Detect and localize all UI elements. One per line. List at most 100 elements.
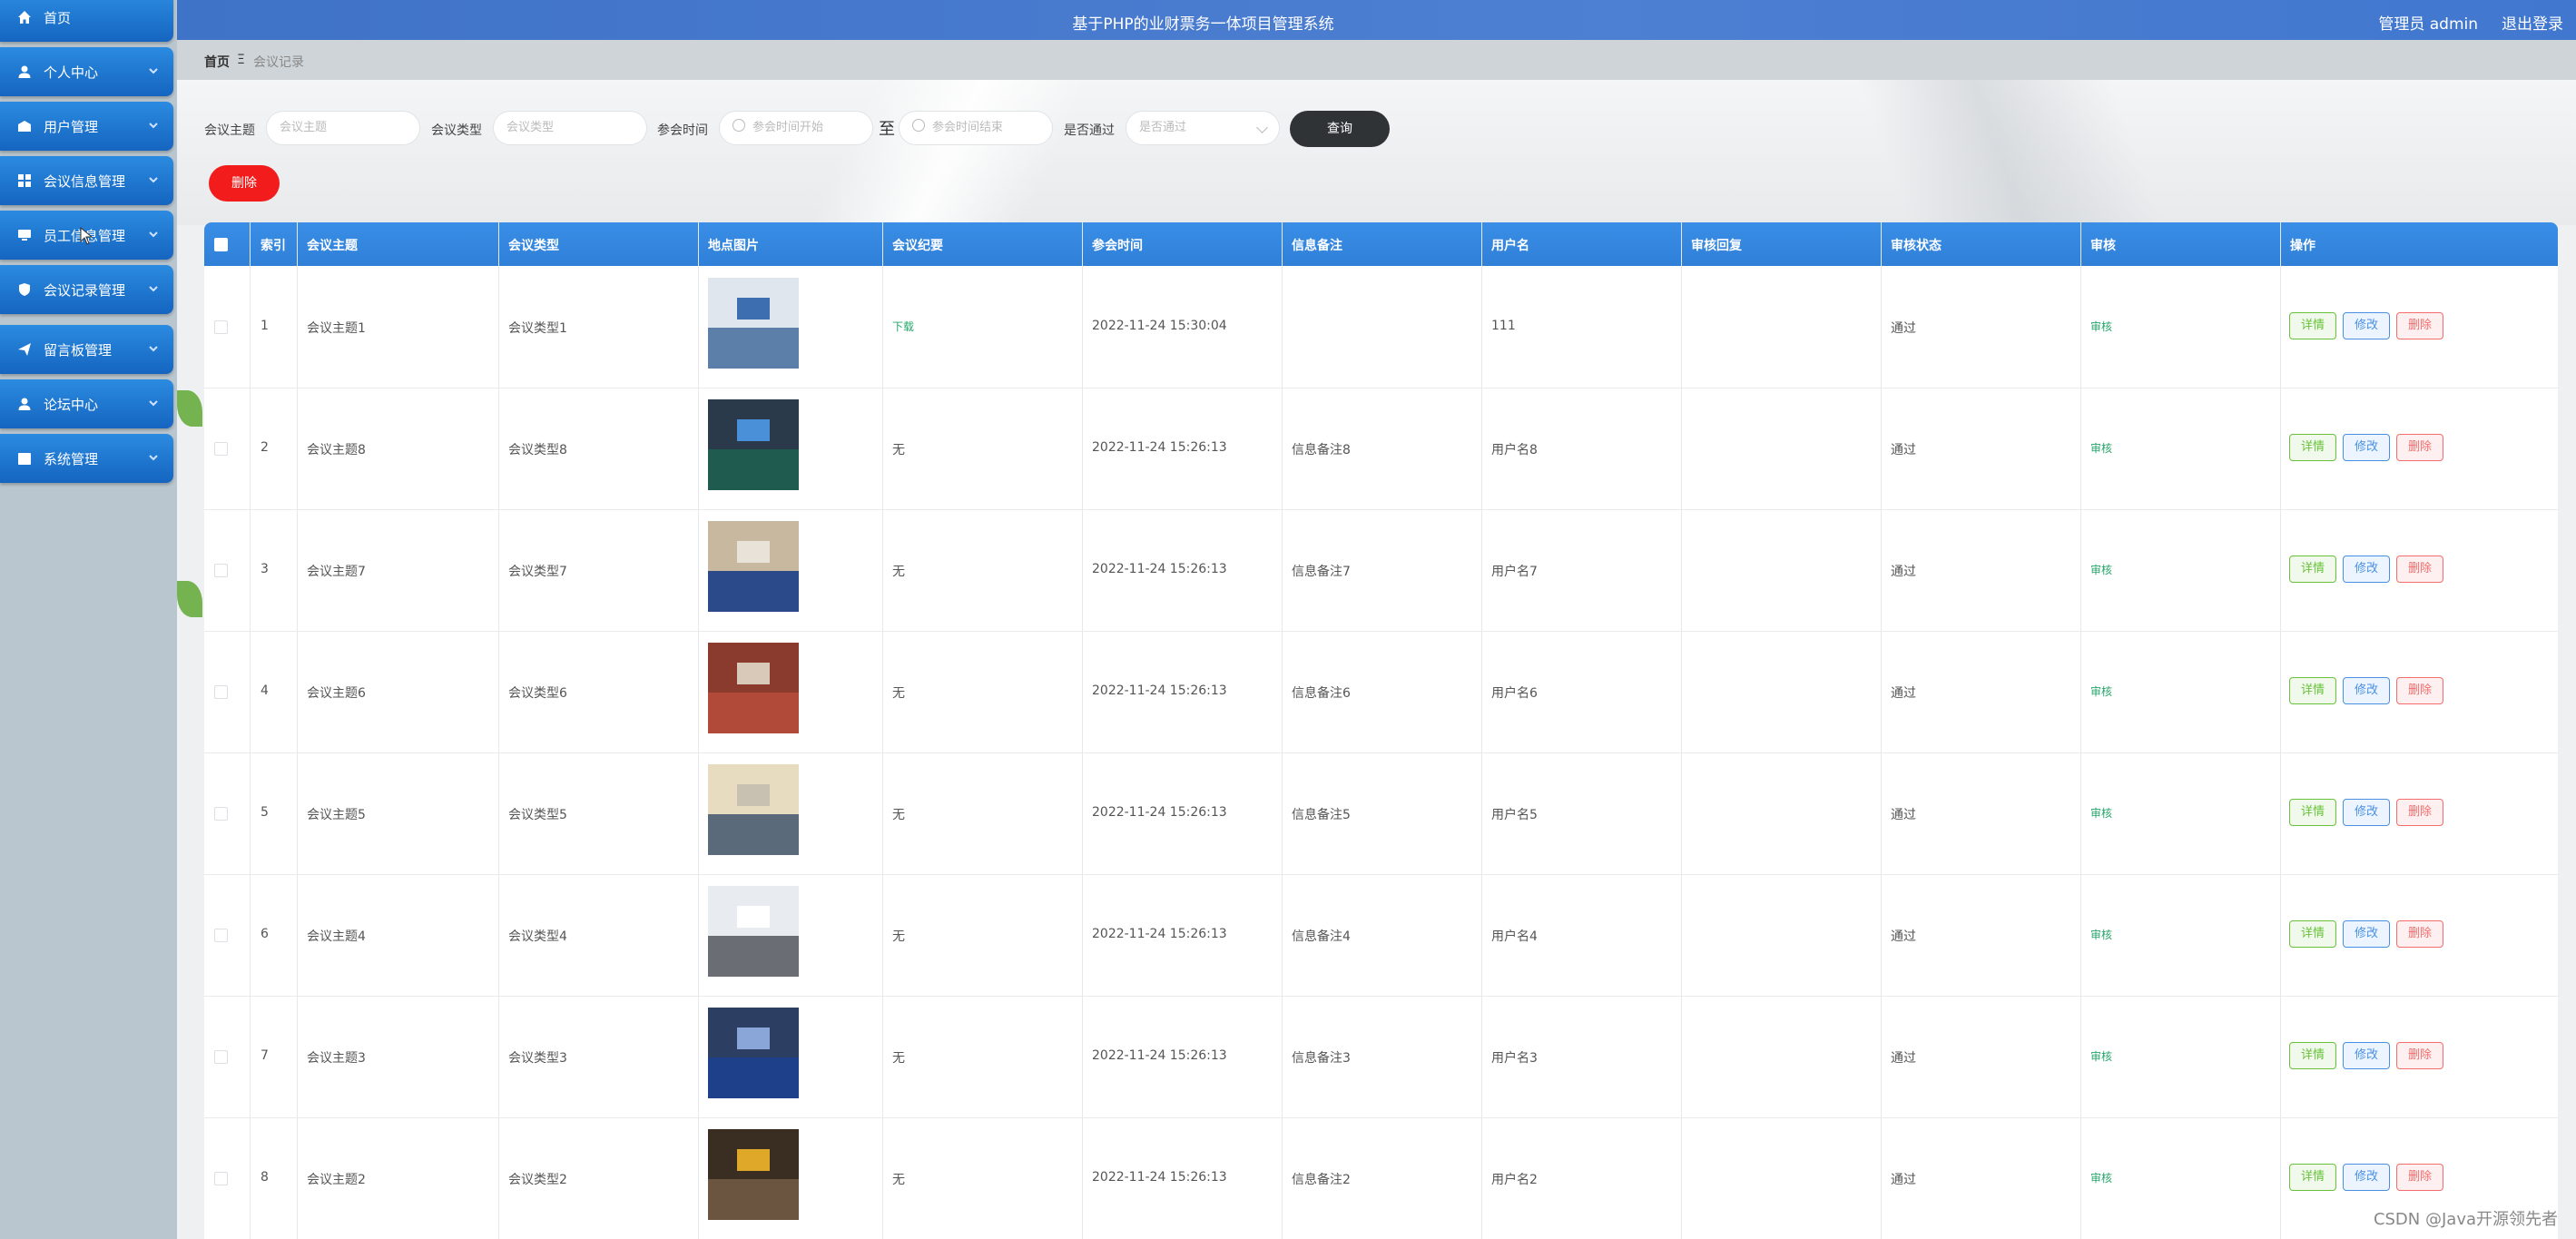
detail-button[interactable]: 详情 (2289, 1164, 2336, 1191)
venue-image[interactable] (708, 764, 799, 855)
sidebar-item-forum[interactable]: 论坛中心 (0, 379, 173, 428)
table-row: 3 会议主题7 会议类型7 无 2022-11-24 15:26:13 信息备注7 用户名7… (204, 509, 2558, 632)
detail-button[interactable]: 详情 (2289, 556, 2336, 583)
table-row: 6 会议主题4 会议类型4 无 2022-11-24 15:26:13 信息备注4 用户名4… (204, 874, 2558, 997)
sidebar-item-system[interactable]: 系统管理 (0, 434, 173, 483)
edit-button[interactable]: 修改 (2343, 434, 2390, 461)
topic-input[interactable]: 会议主题 (266, 111, 420, 145)
header-actions: 操作 (2290, 239, 2315, 253)
review-link[interactable]: 审核 (2090, 1170, 2112, 1185)
type-input[interactable]: 会议类型 (493, 111, 647, 145)
cell-time: 2022-11-24 15:26:13 (1092, 1048, 1227, 1063)
sidebar-item-meeting-records[interactable]: 会议记录管理 (0, 265, 173, 314)
time-end-input[interactable]: 参会时间结束 (899, 111, 1053, 145)
detail-button[interactable]: 详情 (2289, 312, 2336, 339)
table-row: 8 会议主题2 会议类型2 无 2022-11-24 15:26:13 信息备注2 用户名2… (204, 1117, 2558, 1239)
venue-image[interactable] (708, 1008, 799, 1098)
delete-button[interactable]: 删除 (2396, 434, 2443, 461)
cell-note: 信息备注3 (1292, 1051, 1351, 1066)
review-link[interactable]: 审核 (2090, 440, 2112, 456)
detail-button[interactable]: 详情 (2289, 677, 2336, 704)
delete-button[interactable]: 删除 (2396, 799, 2443, 826)
breadcrumb: 首页 Ξ 会议记录 (177, 40, 2576, 80)
review-link[interactable]: 审核 (2090, 319, 2112, 334)
cell-index: 1 (261, 319, 269, 333)
cell-index: 6 (261, 927, 269, 941)
query-button[interactable]: 查询 (1290, 111, 1390, 147)
detail-button[interactable]: 详情 (2289, 434, 2336, 461)
monitor-icon (16, 227, 33, 243)
type-placeholder: 会议类型 (506, 121, 555, 134)
detail-button[interactable]: 详情 (2289, 1042, 2336, 1069)
row-checkbox[interactable] (214, 1050, 228, 1064)
edit-button[interactable]: 修改 (2343, 920, 2390, 948)
sidebar-item-message-board[interactable]: 留言板管理 (0, 325, 173, 374)
edit-button[interactable]: 修改 (2343, 556, 2390, 583)
cell-time: 2022-11-24 15:26:13 (1092, 1170, 1227, 1185)
venue-image[interactable] (708, 521, 799, 612)
sidebar-item-users[interactable]: 用户管理 (0, 102, 173, 151)
sidebar-item-personal[interactable]: 个人中心 (0, 47, 173, 96)
delete-button[interactable]: 删除 (2396, 920, 2443, 948)
delete-button[interactable]: 删除 (2396, 1164, 2443, 1191)
grid-icon (16, 172, 33, 189)
cell-index: 3 (261, 562, 269, 576)
edit-button[interactable]: 修改 (2343, 677, 2390, 704)
cell-type: 会议类型1 (508, 321, 567, 336)
cell-type: 会议类型7 (508, 565, 567, 579)
detail-button[interactable]: 详情 (2289, 920, 2336, 948)
sidebar-item-label: 用户管理 (44, 118, 99, 135)
cell-type: 会议类型3 (508, 1051, 567, 1066)
delete-button[interactable]: 删除 (2396, 1042, 2443, 1069)
venue-image[interactable] (708, 643, 799, 733)
user-icon (16, 64, 33, 80)
row-checkbox[interactable] (214, 1172, 228, 1185)
sidebar: 首页 个人中心 用户管理 会议信息管理 员工信息管理 会议记录管理 留言板管理 … (0, 0, 177, 1239)
delete-button[interactable]: 删除 (2396, 677, 2443, 704)
detail-button[interactable]: 详情 (2289, 799, 2336, 826)
row-checkbox[interactable] (214, 685, 228, 699)
cell-minutes[interactable]: 下载 (892, 319, 914, 334)
review-link[interactable]: 审核 (2090, 1048, 2112, 1064)
review-link[interactable]: 审核 (2090, 805, 2112, 821)
cell-status: 通过 (1891, 443, 1916, 457)
row-checkbox[interactable] (214, 442, 228, 456)
sidebar-item-label: 首页 (44, 9, 72, 26)
pass-select[interactable]: 是否通过 (1126, 111, 1280, 145)
review-link[interactable]: 审核 (2090, 927, 2112, 942)
batch-delete-button[interactable]: 删除 (209, 165, 280, 202)
cell-user: 111 (1491, 319, 1516, 333)
breadcrumb-home[interactable]: 首页 (204, 53, 230, 71)
row-checkbox[interactable] (214, 320, 228, 334)
edit-button[interactable]: 修改 (2343, 1042, 2390, 1069)
cell-topic: 会议主题8 (307, 443, 366, 457)
chevron-down-icon (148, 341, 158, 352)
review-link[interactable]: 审核 (2090, 562, 2112, 577)
logout-link[interactable]: 退出登录 (2502, 11, 2563, 34)
row-checkbox[interactable] (214, 564, 228, 577)
row-checkbox[interactable] (214, 929, 228, 942)
header-time: 参会时间 (1092, 239, 1143, 253)
time-end-placeholder: 参会时间结束 (932, 121, 1004, 134)
venue-image[interactable] (708, 399, 799, 490)
select-all-checkbox[interactable] (214, 238, 228, 251)
cell-user: 用户名3 (1491, 1051, 1538, 1066)
venue-image[interactable] (708, 278, 799, 369)
edit-button[interactable]: 修改 (2343, 1164, 2390, 1191)
table-header: 索引 会议主题 会议类型 地点图片 会议纪要 参会时间 信息备注 用户名 审核回… (204, 222, 2558, 266)
time-start-input[interactable]: 参会时间开始 (719, 111, 873, 145)
delete-button[interactable]: 删除 (2396, 556, 2443, 583)
cell-minutes: 无 (892, 929, 905, 944)
venue-image[interactable] (708, 886, 799, 977)
chevron-down-icon (148, 227, 158, 238)
sidebar-item-meeting-info[interactable]: 会议信息管理 (0, 156, 173, 205)
sidebar-item-home[interactable]: 首页 (0, 0, 173, 42)
clock-icon (732, 119, 745, 132)
delete-button[interactable]: 删除 (2396, 312, 2443, 339)
review-link[interactable]: 审核 (2090, 683, 2112, 699)
edit-button[interactable]: 修改 (2343, 799, 2390, 826)
edit-button[interactable]: 修改 (2343, 312, 2390, 339)
venue-image[interactable] (708, 1129, 799, 1220)
chevron-down-icon (148, 172, 158, 183)
row-checkbox[interactable] (214, 807, 228, 821)
